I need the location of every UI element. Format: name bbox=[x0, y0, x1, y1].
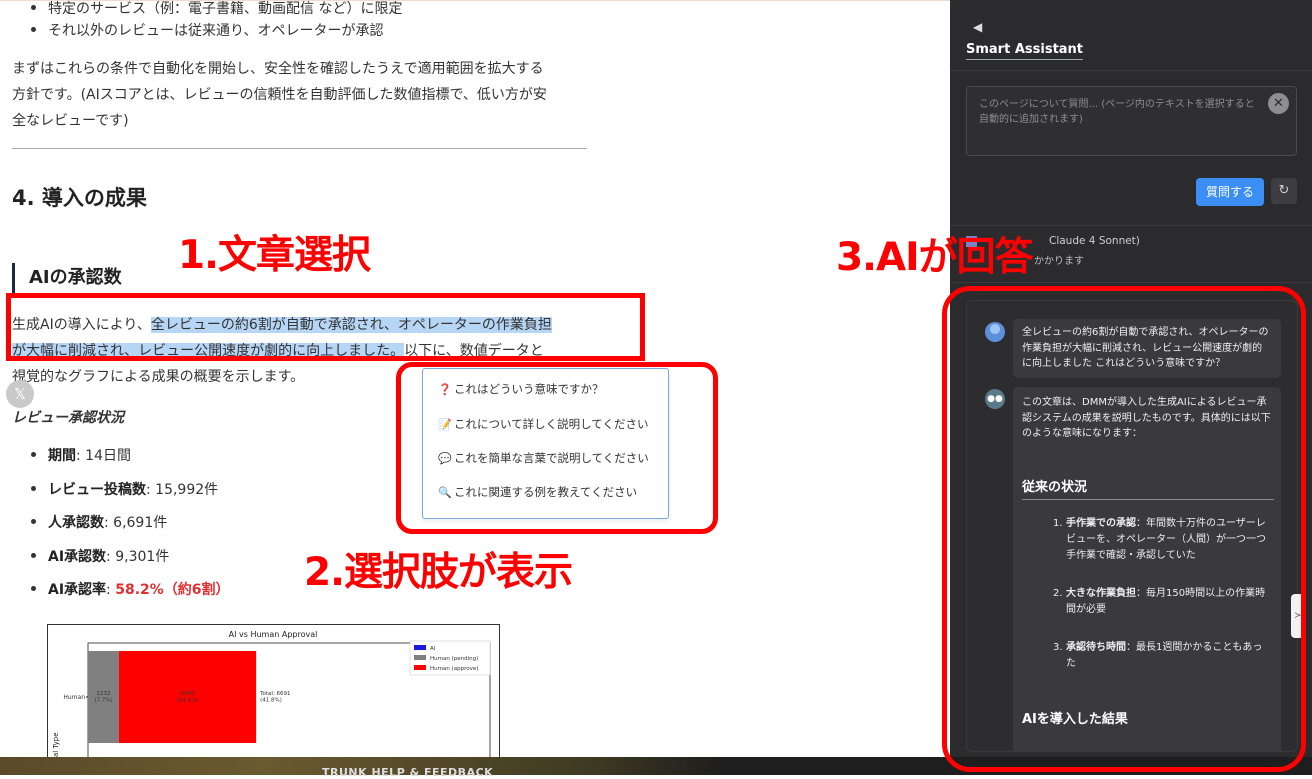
chart-legend-swatch-0 bbox=[414, 645, 426, 650]
chart-data-label: (7.7%) bbox=[94, 698, 112, 704]
chart-legend-label: Human (approve) bbox=[430, 666, 478, 672]
review-status-heading: レビュー承認状況 bbox=[12, 410, 124, 426]
divider bbox=[12, 148, 587, 149]
ask-button[interactable]: 質問する bbox=[1196, 178, 1264, 206]
stat-posts: レビュー投稿数: 15,992件 bbox=[28, 479, 230, 513]
stat-ai-rate: AI承認率: 58.2%（約6割） bbox=[28, 579, 230, 613]
annotation-box-answer bbox=[942, 286, 1306, 772]
annotation-label-2: 2.選択肢が表示 bbox=[304, 550, 573, 595]
chart-legend-label: Human (pending) bbox=[430, 656, 478, 662]
chart-title: AI vs Human Approval bbox=[229, 630, 318, 639]
chart-legend-label: AI bbox=[430, 646, 436, 652]
policy-paragraph: まずはこれらの条件で自動化を開始し、安全性を確認したうえで適用範囲を拡大する 方… bbox=[12, 56, 592, 134]
panel-divider-3 bbox=[950, 282, 1312, 283]
chart-legend-swatch-1 bbox=[414, 655, 426, 660]
question-input[interactable]: このページについて質問... (ページ内のテキストを選択すると自動的に追加されま… bbox=[966, 86, 1297, 156]
section-heading: 4. 導入の成果 bbox=[12, 186, 147, 210]
stat-ai: AI承認数: 9,301件 bbox=[28, 546, 230, 580]
condition-list: 特定のサービス（例：電子書籍、動画配信 など）に限定 bbox=[28, 1, 402, 18]
panel-title: Smart Assistant bbox=[966, 42, 1084, 60]
clear-input-icon[interactable]: ✕ bbox=[1268, 93, 1289, 114]
chart-svg: AI vs Human Approval al Type 1232(7.7%) 5… bbox=[52, 630, 491, 757]
annotation-box-selection bbox=[6, 293, 645, 361]
annotation-label-3: 3.AIが回答 bbox=[836, 235, 1034, 280]
policy-line-3: 全なレビューです) bbox=[12, 113, 129, 129]
policy-line-2: 方針です。(AIスコアとは、レビューの信頼性を自動評価した数値指標で、低い方が安 bbox=[12, 87, 547, 103]
stat-period: 期間: 14日間 bbox=[28, 445, 230, 479]
sub-heading: AIの承認数 bbox=[12, 263, 122, 293]
panel-divider bbox=[950, 70, 1312, 71]
chart-legend-swatch-2 bbox=[414, 665, 426, 670]
list-item: それ以外のレビューは従来通り、オペレーターが承認 bbox=[28, 20, 383, 40]
chart-total-label: Total: 6691 bbox=[259, 691, 290, 697]
bottom-bar-text[interactable]: TRUNK HELP & FEEDBACK bbox=[322, 766, 493, 779]
chart-marks: 1232(7.7%) 5459(34.1%) Total: 6691(41.8%) H… bbox=[63, 651, 291, 743]
chart-data-label: (34.1%) bbox=[177, 698, 199, 704]
x-share-icon[interactable]: 𝕏 bbox=[6, 380, 34, 408]
annotation-box-menu bbox=[396, 362, 718, 534]
chart-legend: AI Human (pending) Human (approve) bbox=[409, 640, 491, 676]
stat-human: 人承認数: 6,691件 bbox=[28, 512, 230, 546]
chart-data-label: 1232 bbox=[96, 691, 110, 697]
policy-line-1: まずはこれらの条件で自動化を開始し、安全性を確認したうえで適用範囲を拡大する bbox=[12, 61, 544, 77]
list-item: 特定のサービス（例：電子書籍、動画配信 など）に限定 bbox=[28, 1, 402, 18]
intro-text-3[interactable]: 視覚的なグラフによる成果の概要を示します。 bbox=[12, 369, 304, 385]
approval-chart: AI vs Human Approval al Type 1232 (7.7%) 5… bbox=[47, 624, 500, 757]
condition-list-2: それ以外のレビューは従来通り、オペレーターが承認 bbox=[28, 20, 383, 40]
chart-total-label: (41.8%) bbox=[260, 698, 282, 704]
collapse-arrow-icon[interactable]: ◀ bbox=[973, 20, 982, 34]
chart-tick-label: Human bbox=[63, 694, 85, 701]
annotation-label-1: 1.文章選択 bbox=[178, 233, 371, 278]
chart-data-label: 5459 bbox=[181, 691, 195, 697]
stats-list: 期間: 14日間 レビュー投稿数: 15,992件 人承認数: 6,691件 A… bbox=[28, 445, 230, 613]
chart-ylabel: al Type bbox=[52, 732, 60, 757]
refresh-icon[interactable]: ↻ bbox=[1271, 178, 1297, 204]
